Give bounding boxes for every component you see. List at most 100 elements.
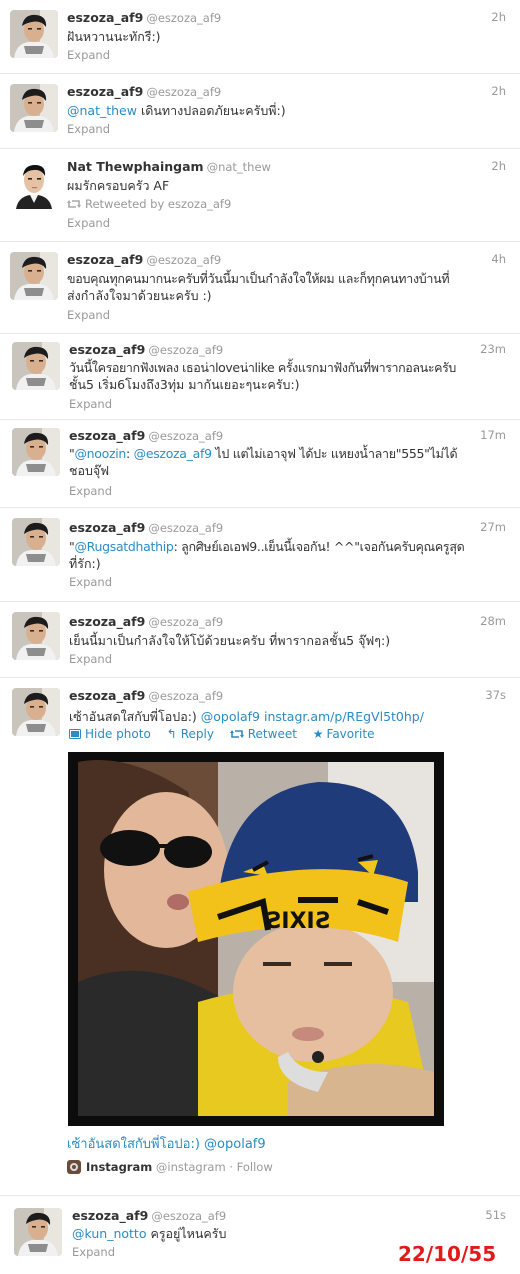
user-handle[interactable]: @eszoza_af9: [148, 615, 223, 629]
timestamp[interactable]: 4h: [491, 252, 506, 266]
avatar[interactable]: [12, 688, 60, 736]
expand-link[interactable]: Expand: [72, 1245, 115, 1259]
url-link[interactable]: instagr.am/p/REgVl5t0hp/: [260, 709, 424, 724]
mention-link[interactable]: @opolaf9: [201, 709, 260, 724]
timestamp[interactable]: 2h: [491, 10, 506, 24]
user-name[interactable]: eszoza_af9: [67, 252, 143, 267]
tweet[interactable]: eszoza_af9 @eszoza_af9 23m วันนี้ใครอยากฟ…: [0, 334, 520, 420]
user-handle[interactable]: @eszoza_af9: [148, 521, 223, 535]
timestamp[interactable]: 2h: [491, 84, 506, 98]
favorite-label: Favorite: [326, 727, 375, 741]
retweet-icon: [229, 730, 244, 738]
user-name[interactable]: eszoza_af9: [69, 614, 145, 629]
mention-link[interactable]: @kun_notto: [72, 1226, 146, 1241]
follow-link[interactable]: · Follow: [226, 1160, 272, 1174]
expand-link[interactable]: Expand: [67, 122, 110, 136]
expand-link[interactable]: Expand: [67, 308, 110, 322]
user-handle[interactable]: @eszoza_af9: [146, 85, 221, 99]
star-icon: ★: [312, 727, 324, 741]
expand-link[interactable]: Expand: [69, 575, 112, 589]
expand-link[interactable]: Expand: [69, 484, 112, 498]
reply-button[interactable]: ↰ Reply: [167, 727, 214, 741]
instagram-photo[interactable]: SIXIS: [68, 752, 444, 1126]
user-handle[interactable]: @eszoza_af9: [148, 429, 223, 443]
caption-mention[interactable]: @opolaf9: [204, 1137, 266, 1152]
tweet-text-line: ส่งกำลังใจมาด้วยนะครับ :): [67, 288, 212, 303]
date-stamp: 22/10/55: [398, 1242, 497, 1266]
timestamp[interactable]: 2h: [491, 159, 506, 173]
source-handle[interactable]: @instagram: [156, 1160, 226, 1174]
tweet-header: Nat Thewphaingam @nat_thew 2h: [67, 159, 506, 175]
tweet-text: @kun_notto ครูอยู่ไหนครับ: [72, 1225, 502, 1242]
tweet[interactable]: eszoza_af9 @eszoza_af9 28m เย็นนี้มาเป็นก…: [0, 602, 520, 678]
user-handle[interactable]: @eszoza_af9: [148, 689, 223, 703]
expand-link[interactable]: Expand: [67, 48, 110, 62]
tweet[interactable]: eszoza_af9 @eszoza_af9 27m "@Rugsatdhathi…: [0, 508, 520, 602]
user-name[interactable]: eszoza_af9: [67, 84, 143, 99]
tweet-header: eszoza_af9 @eszoza_af9 4h: [67, 252, 506, 268]
photo-source: Instagram @instagram · Follow: [67, 1160, 273, 1174]
avatar[interactable]: [10, 252, 58, 300]
mention-link[interactable]: @eszoza_af9: [134, 446, 212, 461]
avatar[interactable]: [12, 428, 60, 476]
tweet-text: @nat_thew เดินทางปลอดภัยนะครับพี่:): [67, 102, 502, 119]
user-name[interactable]: eszoza_af9: [69, 688, 145, 703]
avatar[interactable]: [12, 612, 60, 660]
avatar[interactable]: [12, 518, 60, 566]
user-name[interactable]: Nat Thewphaingam: [67, 159, 204, 174]
user-name[interactable]: eszoza_af9: [69, 428, 145, 443]
expand-link[interactable]: Expand: [69, 397, 112, 411]
tweet[interactable]: eszoza_af9 @eszoza_af9 2h ฝันหวานนะทักรี:…: [0, 0, 520, 74]
expand-link[interactable]: Expand: [69, 652, 112, 666]
timestamp[interactable]: 28m: [480, 614, 506, 628]
tweet-text: วันนี้ใครอยากฟังเพลง เธอน่าloveน่าlike ค…: [69, 359, 510, 393]
tweet-header: eszoza_af9 @eszoza_af9 23m: [69, 342, 506, 358]
tweet-text-body: ไป แต่ไม่เอาจุฟ ได้ปะ แหยงน้ำลาย"555"ไม่…: [211, 446, 458, 461]
avatar[interactable]: [12, 342, 60, 390]
tweet[interactable]: eszoza_af9 @eszoza_af9 4h ขอบคุณทุกคนมากน…: [0, 242, 520, 334]
tweet-header: eszoza_af9 @eszoza_af9 28m: [69, 614, 506, 630]
user-name[interactable]: eszoza_af9: [69, 342, 145, 357]
retweeted-by: Retweeted by eszoza_af9: [67, 197, 231, 211]
mention-link[interactable]: @nat_thew: [67, 103, 137, 118]
avatar[interactable]: [10, 161, 58, 209]
timestamp[interactable]: 51s: [485, 1208, 506, 1222]
user-name[interactable]: eszoza_af9: [67, 10, 143, 25]
user-handle[interactable]: @eszoza_af9: [146, 11, 221, 25]
timestamp[interactable]: 27m: [480, 520, 506, 534]
tweet[interactable]: eszoza_af9 @eszoza_af9 17m "@noozin: @esz…: [0, 420, 520, 508]
tweet-text: ขอบคุณทุกคนมากนะครับที่วันนี้มาเป็นกำลัง…: [67, 270, 508, 304]
tweet-text-body: เดินทางปลอดภัยนะครับพี่:): [136, 103, 286, 118]
tweet-text: เย็นนี้มาเป็นกำลังใจให้โบ้ด้วยนะครับ ที่…: [69, 633, 391, 648]
user-name[interactable]: eszoza_af9: [69, 520, 145, 535]
timestamp[interactable]: 37s: [485, 688, 506, 702]
tweet-expanded[interactable]: eszoza_af9 @eszoza_af9 37s เซ้าอันสดใสกับ…: [0, 678, 520, 1196]
photo-icon: [69, 729, 81, 739]
user-handle[interactable]: @nat_thew: [207, 160, 271, 174]
user-handle[interactable]: @eszoza_af9: [151, 1209, 226, 1223]
hide-photo-button[interactable]: Hide photo: [69, 727, 151, 741]
retweeted-label[interactable]: Retweeted by eszoza_af9: [85, 197, 231, 211]
source-name[interactable]: Instagram: [86, 1160, 152, 1174]
tweet-header: eszoza_af9 @eszoza_af9 17m: [69, 428, 506, 444]
user-handle[interactable]: @eszoza_af9: [146, 253, 221, 267]
photo-caption[interactable]: เซ้าอันสดใสกับพี่โอปอ:) @opolaf9: [67, 1133, 266, 1154]
user-handle[interactable]: @eszoza_af9: [148, 343, 223, 357]
mention-link[interactable]: @Rugsatdhathip: [74, 539, 173, 554]
timestamp[interactable]: 23m: [480, 342, 506, 356]
tweet[interactable]: eszoza_af9 @eszoza_af9 2h @nat_thew เดินท…: [0, 74, 520, 149]
retweet-button[interactable]: Retweet: [229, 727, 297, 741]
avatar[interactable]: [10, 10, 58, 58]
tweet-text-line: ชอบจุ๊ฟ: [69, 463, 110, 478]
timestamp[interactable]: 17m: [480, 428, 506, 442]
reply-icon: ↰: [166, 727, 177, 741]
favorite-button[interactable]: ★ Favorite: [313, 727, 375, 741]
avatar[interactable]: [14, 1208, 62, 1256]
expand-link[interactable]: Expand: [67, 216, 110, 230]
tweet-header: eszoza_af9 @eszoza_af9 27m: [69, 520, 506, 536]
avatar[interactable]: [10, 84, 58, 132]
tweet[interactable]: Nat Thewphaingam @nat_thew 2h ผมรักครอบคร…: [0, 149, 520, 242]
tweet-text: เซ้าอันสดใสกับพี่โอปอ:) @opolaf9 instagr…: [69, 708, 502, 725]
mention-link[interactable]: @noozin: [74, 446, 126, 461]
user-name[interactable]: eszoza_af9: [72, 1208, 148, 1223]
